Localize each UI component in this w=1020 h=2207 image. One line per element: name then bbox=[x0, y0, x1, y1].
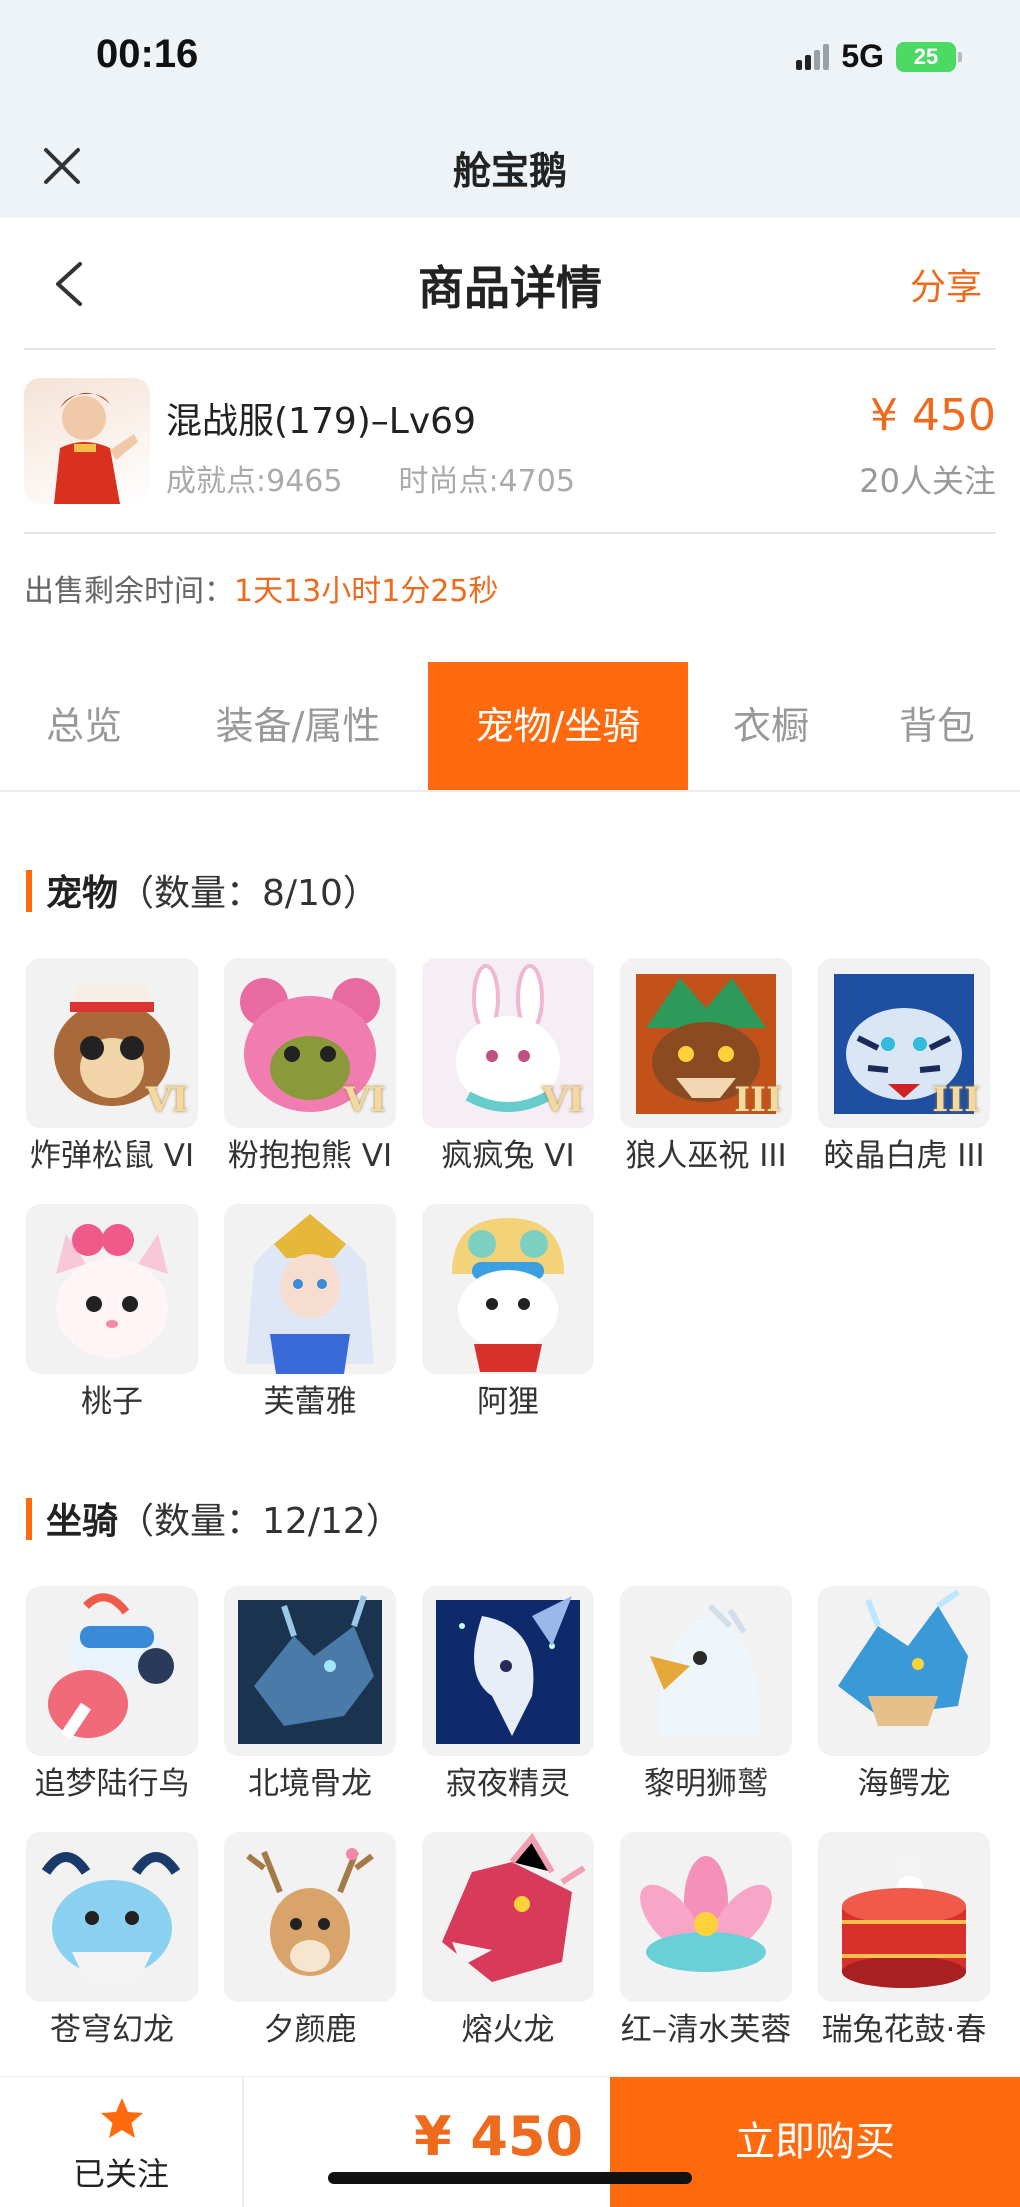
mount-fire-dragon-image bbox=[422, 1832, 594, 2002]
mount-sea-dragon-image bbox=[818, 1586, 990, 1756]
app-bar: 舱宝鹅 bbox=[0, 118, 1020, 218]
product-stats: 成就点:9465 时尚点:4705 bbox=[166, 456, 631, 500]
mount-item[interactable]: 黎明狮鹫 bbox=[620, 1586, 792, 1804]
pets-section-title: 宠物（数量：8/10） bbox=[26, 864, 379, 916]
mount-label: 海鳄龙 bbox=[857, 1766, 951, 1802]
achievement-points: 成就点:9465 bbox=[166, 464, 343, 499]
mount-deer-image bbox=[224, 1832, 396, 2002]
pet-label: 炸弹松鼠 VI bbox=[29, 1138, 195, 1174]
tab-equipment[interactable]: 装备/属性 bbox=[168, 662, 428, 790]
pet-werewolf-image: III bbox=[620, 958, 792, 1128]
pet-squirrel-image: VI bbox=[26, 958, 198, 1128]
follow-label: 已关注 bbox=[72, 2155, 169, 2193]
sale-timer: 出售剩余时间：1天13小时1分25秒 bbox=[24, 566, 499, 610]
sale-remaining: 1天13小时1分25秒 bbox=[234, 574, 499, 609]
product-price: ¥ 450 bbox=[870, 390, 996, 441]
pet-label: 疯疯兔 VI bbox=[441, 1138, 575, 1174]
pet-label: 狼人巫祝 III bbox=[625, 1138, 787, 1174]
signal-icon bbox=[796, 43, 830, 70]
pet-item[interactable]: VI 疯疯兔 VI bbox=[422, 958, 594, 1176]
mount-item[interactable]: 追梦陆行鸟 bbox=[26, 1586, 198, 1804]
mount-lotus-image bbox=[620, 1832, 792, 2002]
status-bar: 00:16 5G 25 bbox=[0, 0, 1020, 118]
product-summary: 混战服(179)–Lv69 成就点:9465 时尚点:4705 ¥ 450 20人… bbox=[24, 352, 996, 534]
pet-label: 桃子 bbox=[81, 1384, 143, 1420]
pet-item[interactable]: 桃子 bbox=[26, 1204, 198, 1422]
star-icon bbox=[101, 2098, 143, 2138]
status-indicators: 5G 25 bbox=[796, 38, 962, 75]
mount-drum-image bbox=[818, 1832, 990, 2002]
mount-griffin-image bbox=[620, 1586, 792, 1756]
bottom-price: ¥ 450 bbox=[414, 2105, 584, 2168]
character-avatar bbox=[24, 378, 150, 504]
bottom-bar: 已关注 ¥ 450 立即购买 bbox=[0, 2076, 1020, 2207]
follower-count: 20人关注 bbox=[859, 462, 996, 500]
pet-label: 皎晶白虎 III bbox=[823, 1138, 985, 1174]
mounts-count: （数量：12/12） bbox=[118, 1501, 402, 1542]
tab-bar: 总览 装备/属性 宠物/坐骑 衣橱 背包 bbox=[0, 662, 1020, 792]
battery-icon: 25 bbox=[896, 41, 962, 72]
pet-ali-image bbox=[422, 1204, 594, 1374]
pet-label: 粉抱抱熊 VI bbox=[227, 1138, 393, 1174]
pet-item[interactable]: 阿狸 bbox=[422, 1204, 594, 1422]
mount-item[interactable]: 北境骨龙 bbox=[224, 1586, 396, 1804]
pet-item[interactable]: VI 粉抱抱熊 VI bbox=[224, 958, 396, 1176]
tab-wardrobe[interactable]: 衣橱 bbox=[688, 662, 854, 790]
mount-item[interactable]: 苍穹幻龙 bbox=[26, 1832, 198, 2050]
pet-item[interactable]: VI 炸弹松鼠 VI bbox=[26, 958, 198, 1176]
mount-item[interactable]: 红–清水芙蓉 bbox=[620, 1832, 792, 2050]
fashion-points: 时尚点:4705 bbox=[398, 464, 575, 499]
status-time: 00:16 bbox=[96, 32, 199, 76]
mount-item[interactable]: 海鳄龙 bbox=[818, 1586, 990, 1804]
sale-timer-label: 出售剩余时间： bbox=[24, 574, 234, 609]
pet-label: 阿狸 bbox=[477, 1384, 539, 1420]
mount-label: 夕颜鹿 bbox=[263, 2012, 357, 2048]
mount-night-spirit-image bbox=[422, 1586, 594, 1756]
mount-label: 追梦陆行鸟 bbox=[34, 1766, 190, 1802]
tab-overview[interactable]: 总览 bbox=[0, 662, 168, 790]
pet-bear-image: VI bbox=[224, 958, 396, 1128]
mount-item[interactable]: 寂夜精灵 bbox=[422, 1586, 594, 1804]
pet-label: 芙蕾雅 bbox=[263, 1384, 357, 1420]
pet-rabbit-image: VI bbox=[422, 958, 594, 1128]
mount-label: 红–清水芙蓉 bbox=[620, 2012, 792, 2048]
mount-label: 瑞兔花鼓·春 bbox=[821, 2012, 987, 2048]
mount-label: 苍穹幻龙 bbox=[50, 2012, 174, 2048]
pet-freya-image bbox=[224, 1204, 396, 1374]
app-title: 舱宝鹅 bbox=[452, 149, 567, 193]
pets-count: （数量：8/10） bbox=[118, 873, 379, 914]
mounts-section-title: 坐骑（数量：12/12） bbox=[26, 1492, 402, 1544]
home-indicator[interactable] bbox=[328, 2172, 692, 2184]
pet-item[interactable]: III 狼人巫祝 III bbox=[620, 958, 792, 1176]
pet-peach-image bbox=[26, 1204, 198, 1374]
mount-item[interactable]: 瑞兔花鼓·春 bbox=[818, 1832, 990, 2050]
pet-tiger-image: III bbox=[818, 958, 990, 1128]
page-title: 商品详情 bbox=[418, 261, 602, 315]
mount-label: 寂夜精灵 bbox=[446, 1766, 570, 1802]
mount-sky-dragon-image bbox=[26, 1832, 198, 2002]
mount-item[interactable]: 夕颜鹿 bbox=[224, 1832, 396, 2050]
pet-item[interactable]: 芙蕾雅 bbox=[224, 1204, 396, 1422]
pet-item[interactable]: III 皎晶白虎 III bbox=[818, 958, 990, 1176]
server-level: 混战服(179)–Lv69 bbox=[166, 401, 476, 442]
buy-now-button[interactable]: 立即购买 bbox=[610, 2077, 1020, 2207]
mount-label: 熔火龙 bbox=[461, 2012, 555, 2048]
share-button[interactable]: 分享 bbox=[910, 258, 982, 310]
follow-button[interactable]: 已关注 bbox=[0, 2077, 244, 2207]
tab-pets-mounts[interactable]: 宠物/坐骑 bbox=[428, 662, 688, 790]
tab-backpack[interactable]: 背包 bbox=[854, 662, 1020, 790]
mount-item[interactable]: 熔火龙 bbox=[422, 1832, 594, 2050]
mount-chocobo-image bbox=[26, 1586, 198, 1756]
network-type: 5G bbox=[841, 38, 884, 74]
mount-label: 黎明狮鹫 bbox=[644, 1766, 768, 1802]
nav-bar: 商品详情 分享 bbox=[24, 218, 996, 350]
mount-label: 北境骨龙 bbox=[248, 1766, 372, 1802]
mount-bone-dragon-image bbox=[224, 1586, 396, 1756]
